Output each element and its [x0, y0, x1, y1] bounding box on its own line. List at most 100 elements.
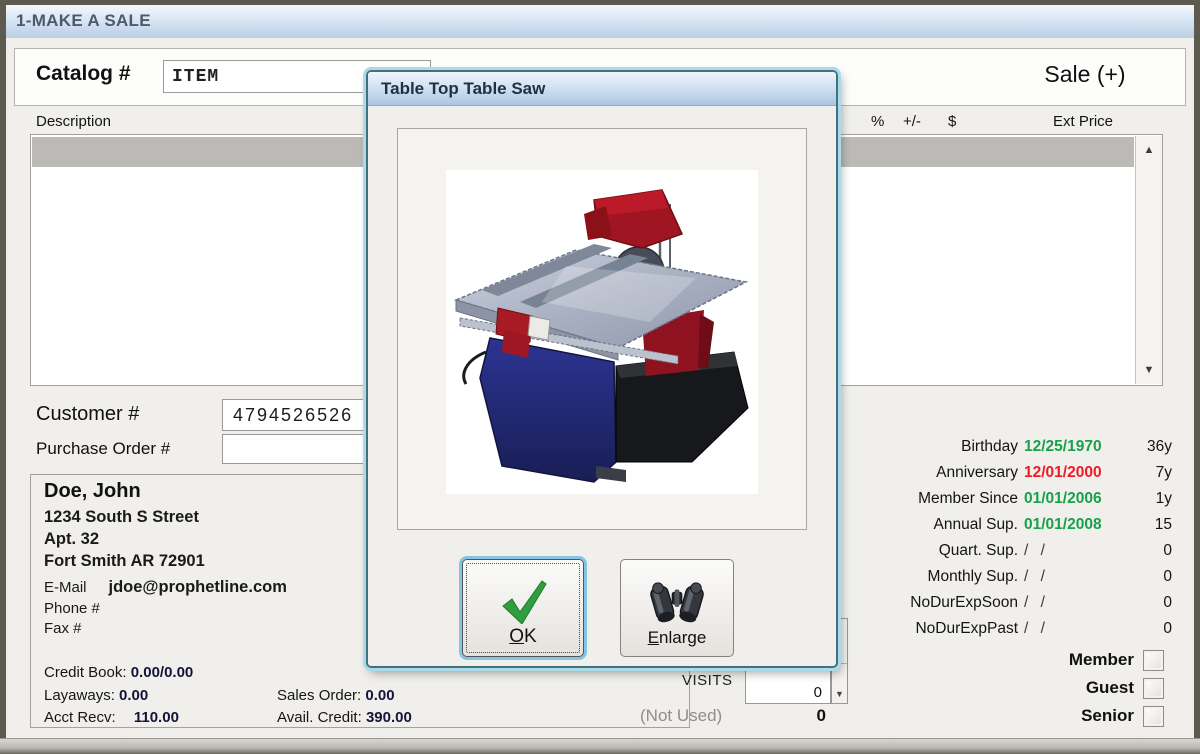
senior-label: Senior [1081, 706, 1134, 726]
window-border-bottom [0, 738, 1200, 754]
member-checkbox[interactable] [1143, 650, 1164, 671]
not-used-label: (Not Used) [640, 706, 722, 726]
scroll-up-button[interactable]: ▲ [1138, 138, 1160, 162]
customer-citystate: Fort Smith AR 72901 [44, 552, 205, 571]
window-border-top [0, 0, 1200, 5]
stat-row-nodurexppast: NoDurExpPast / / 0 [860, 620, 1176, 646]
window-titlebar[interactable]: 1-MAKE A SALE [6, 5, 1194, 38]
stat-row-monthly-sup: Monthly Sup. / / 0 [860, 568, 1176, 594]
layaways-row: Layaways: 0.00 [44, 687, 148, 704]
credit-book-label: Credit Book: [44, 664, 127, 681]
visits-input[interactable]: 0 [745, 664, 831, 704]
credit-book-row: Credit Book: 0.00/0.00 [44, 664, 193, 681]
email-value: jdoe@prophetline.com [109, 578, 287, 596]
catalog-number-value: ITEM [172, 67, 219, 87]
flag-row-guest: Guest [960, 678, 1174, 700]
table-saw-illustration [446, 170, 758, 494]
email-label: E-Mail [44, 579, 87, 596]
stat-date: / / [1024, 568, 1049, 586]
enlarge-button-label: Enlarge [648, 628, 707, 648]
senior-checkbox[interactable] [1143, 706, 1164, 727]
stat-row-quart-sup: Quart. Sup. / / 0 [860, 542, 1176, 568]
layaways-value: 0.00 [119, 687, 148, 704]
stat-label: NoDurExpPast [915, 620, 1018, 638]
avail-credit-label: Avail. Credit: [277, 709, 362, 726]
flag-row-member: Member [960, 650, 1174, 672]
visits-value: 0 [814, 684, 822, 701]
customer-name: Doe, John [44, 480, 141, 503]
list-scrollbar[interactable]: ▲ ▼ [1135, 136, 1162, 384]
customer-number-value: 4794526526 [233, 405, 353, 426]
stat-row-annual-sup: Annual Sup. 01/01/2008 15 [860, 516, 1176, 542]
binoculars-icon [648, 580, 706, 626]
acct-recv-value: 110.00 [134, 709, 179, 726]
stat-label: Annual Sup. [934, 516, 1018, 534]
ok-button-label: OK [509, 626, 536, 648]
spinner-down-icon: ▼ [832, 689, 847, 699]
column-header-plusminus: +/- [903, 113, 921, 130]
stat-row-birthday: Birthday 12/25/1970 36y [860, 438, 1176, 464]
pos-window: 1-MAKE A SALE Catalog # ITEM Sale (+) De… [0, 0, 1200, 754]
ok-button[interactable]: OK [462, 559, 584, 657]
customer-fax-label: Fax # [44, 620, 82, 637]
column-header-percent: % [871, 113, 884, 130]
avail-credit-value: 390.00 [366, 709, 412, 726]
scroll-down-icon: ▼ [1144, 364, 1155, 376]
guest-checkbox[interactable] [1143, 678, 1164, 699]
column-header-dollar: $ [948, 113, 956, 130]
dialog-title: Table Top Table Saw [381, 79, 545, 99]
stat-label: Member Since [918, 490, 1018, 508]
stat-extra: 0 [1163, 568, 1172, 586]
column-header-ext-price: Ext Price [1053, 113, 1113, 130]
acct-recv-label: Acct Recv: [44, 709, 116, 726]
credit-book-value: 0.00/0.00 [131, 664, 194, 681]
product-image-dialog: Table Top Table Saw [366, 70, 838, 668]
flag-row-senior: Senior [960, 706, 1174, 728]
enlarge-button[interactable]: Enlarge [620, 559, 734, 657]
acct-recv-row: Acct Recv: 110.00 [44, 709, 179, 726]
stat-row-member-since: Member Since 01/01/2006 1y [860, 490, 1176, 516]
stat-label: Anniversary [936, 464, 1018, 482]
sales-order-label: Sales Order: [277, 687, 361, 704]
window-title: 1-MAKE A SALE [16, 11, 151, 31]
stat-date: / / [1024, 620, 1049, 638]
guest-label: Guest [1086, 678, 1134, 698]
stat-label: Quart. Sup. [939, 542, 1018, 560]
stat-row-nodurexpsoon: NoDurExpSoon / / 0 [860, 594, 1176, 620]
scroll-down-button[interactable]: ▼ [1138, 358, 1160, 382]
stat-row-anniversary: Anniversary 12/01/2000 7y [860, 464, 1176, 490]
sales-order-row: Sales Order: 0.00 [277, 687, 395, 704]
avail-credit-row: Avail. Credit: 390.00 [277, 709, 412, 726]
stat-date: 12/01/2000 [1024, 464, 1102, 482]
member-label: Member [1069, 650, 1134, 670]
customer-address1: 1234 South S Street [44, 508, 199, 527]
column-header-description: Description [36, 113, 111, 130]
stat-date: / / [1024, 594, 1049, 612]
product-image [446, 170, 758, 494]
sales-order-value: 0.00 [365, 687, 394, 704]
customer-number-label: Customer # [36, 403, 139, 426]
stat-date: 12/25/1970 [1024, 438, 1102, 456]
dialog-titlebar[interactable]: Table Top Table Saw [368, 72, 836, 106]
stat-label: NoDurExpSoon [910, 594, 1018, 612]
stat-extra: 0 [1163, 594, 1172, 612]
catalog-number-label: Catalog # [36, 62, 131, 86]
visits-label: VISITS [682, 672, 733, 689]
stat-extra: 0 [1163, 620, 1172, 638]
stat-extra: 7y [1156, 464, 1172, 482]
stat-extra: 0 [1163, 542, 1172, 560]
customer-email-row: E-Mail jdoe@prophetline.com [44, 578, 287, 597]
stat-label: Birthday [961, 438, 1018, 456]
stat-date: / / [1024, 542, 1049, 560]
not-used-value: 0 [790, 706, 826, 726]
sale-mode-label: Sale (+) [1000, 61, 1170, 88]
layaways-label: Layaways: [44, 687, 115, 704]
stat-date: 01/01/2006 [1024, 490, 1102, 508]
scroll-up-icon: ▲ [1144, 144, 1155, 156]
stat-extra: 1y [1156, 490, 1172, 508]
window-border-right [1194, 0, 1200, 754]
window-border-left [0, 0, 6, 754]
stat-label: Monthly Sup. [928, 568, 1018, 586]
stat-date: 01/01/2008 [1024, 516, 1102, 534]
customer-phone-label: Phone # [44, 600, 100, 617]
